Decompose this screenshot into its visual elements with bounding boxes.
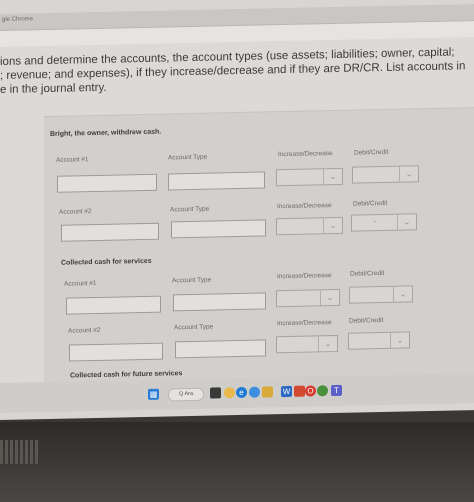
account-1-label: Account #1	[56, 156, 89, 164]
increase-decrease-label: Increase/Decrease	[278, 150, 333, 159]
debit-credit-label: Debit/Credit	[354, 148, 389, 157]
chrome-icon-2[interactable]	[317, 385, 328, 397]
debit-credit-select[interactable]: ⌄	[349, 285, 413, 304]
opera-icon[interactable]: O	[305, 385, 316, 397]
increase-decrease-label: Increase/Decrease	[277, 202, 332, 211]
debit-credit-value: -	[374, 219, 376, 226]
increase-decrease-select[interactable]: ⌄	[276, 216, 343, 236]
debit-credit-select[interactable]: - ⌄	[351, 213, 417, 232]
debit-credit-value	[349, 333, 391, 349]
account-type-input[interactable]	[173, 292, 266, 312]
debit-credit-label: Debit/Credit	[349, 316, 384, 325]
account-2-input[interactable]	[61, 222, 159, 242]
account-1-input[interactable]	[57, 173, 157, 193]
account-1-label: Account #1	[64, 279, 97, 288]
transaction-title: Collected cash for future services	[70, 370, 183, 380]
increase-decrease-label: Increase/Decrease	[277, 319, 332, 328]
debit-credit-label: Debit/Credit	[353, 199, 388, 208]
debit-credit-value	[353, 167, 400, 183]
chrome-icon[interactable]	[249, 386, 260, 398]
account-1-input[interactable]	[66, 295, 161, 315]
chevron-down-icon: ⌄	[323, 217, 342, 234]
account-2-input[interactable]	[69, 342, 163, 362]
browser-title: gle Chrome	[2, 16, 34, 23]
cortana-icon[interactable]	[224, 387, 235, 399]
speaker-grille	[0, 440, 40, 464]
chevron-down-icon: ⌄	[393, 286, 412, 302]
debit-credit-select[interactable]: ⌄	[348, 331, 410, 350]
account-type-label: Account Type	[174, 323, 214, 332]
chevron-down-icon: ⌄	[397, 214, 416, 230]
file-explorer-icon[interactable]	[210, 387, 221, 399]
account-type-label: Account Type	[170, 205, 210, 214]
increase-decrease-select[interactable]: ⌄	[276, 334, 338, 354]
account-type-label: Account Type	[172, 276, 212, 285]
folder-icon[interactable]	[262, 386, 273, 398]
debit-credit-select[interactable]: ⌄	[352, 165, 419, 184]
transaction-title: Bright, the owner, withdrew cash.	[50, 128, 162, 138]
debit-credit-label: Debit/Credit	[350, 269, 385, 278]
account-type-input[interactable]	[171, 219, 266, 239]
account-type-input[interactable]	[168, 171, 265, 191]
taskbar-search[interactable]: Q Ara	[168, 387, 204, 402]
chevron-down-icon: ⌄	[318, 335, 337, 352]
journal-entry-form: Bright, the owner, withdrew cash. Accoun…	[44, 107, 474, 388]
increase-decrease-select[interactable]: ⌄	[276, 288, 340, 308]
debit-credit-value	[350, 287, 394, 303]
monitor-bezel	[0, 422, 474, 502]
transaction-title: Collected cash for services	[61, 257, 152, 267]
word-icon[interactable]: W	[281, 385, 292, 398]
teams-icon[interactable]: T	[331, 384, 342, 397]
account-type-label: Account Type	[168, 153, 208, 162]
account-2-label: Account #2	[68, 326, 101, 335]
chevron-down-icon: ⌄	[399, 166, 418, 182]
instructions-text: ions and determine the accounts, the acc…	[0, 45, 470, 97]
chevron-down-icon: ⌄	[390, 332, 409, 348]
chevron-down-icon: ⌄	[320, 289, 339, 306]
account-type-input[interactable]	[175, 339, 266, 359]
office-icon[interactable]	[294, 385, 305, 397]
increase-decrease-label: Increase/Decrease	[277, 272, 332, 281]
edge-icon[interactable]: e	[236, 386, 247, 399]
increase-decrease-select[interactable]: ⌄	[276, 167, 343, 187]
screen: gle Chrome ions and determine the accoun…	[0, 0, 474, 421]
page-content: ions and determine the accounts, the acc…	[0, 37, 474, 388]
windows-icon[interactable]: ▦	[148, 388, 159, 400]
chevron-down-icon: ⌄	[323, 168, 342, 185]
account-2-label: Account #2	[59, 208, 92, 216]
